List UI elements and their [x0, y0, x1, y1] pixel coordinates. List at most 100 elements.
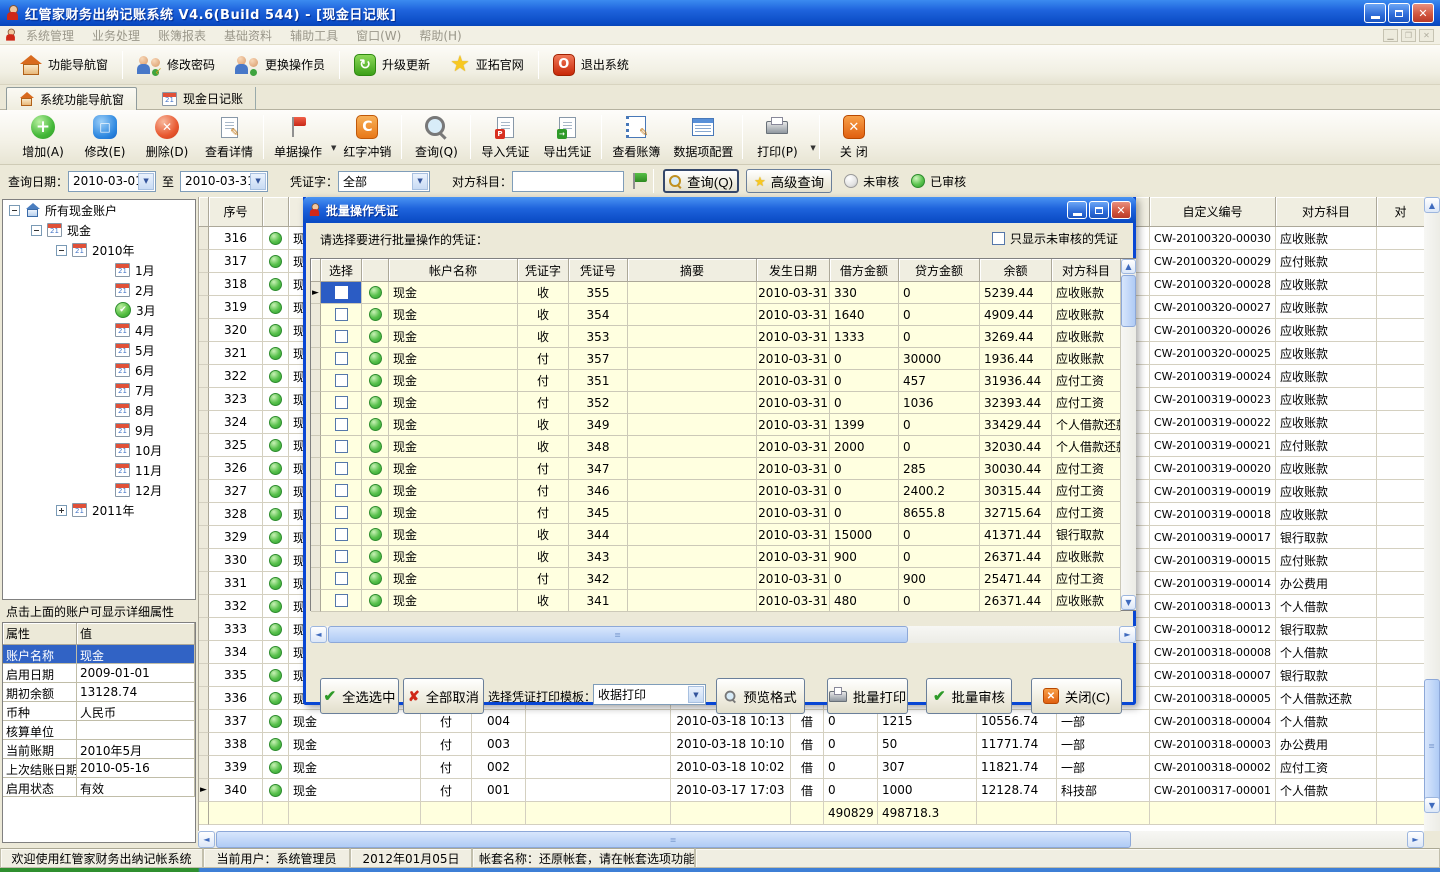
toolbar-button-1[interactable]: ⌐修改密码 [127, 49, 225, 81]
scroll-down-icon[interactable]: ▼ [1424, 797, 1440, 813]
scroll-left-icon[interactable]: ◄ [198, 831, 215, 848]
property-row[interactable]: 币种人民币 [3, 702, 195, 721]
checkbox-icon[interactable] [335, 528, 348, 541]
table-row[interactable]: 338现金付0032010-03-18 10:10借05011771.74一部C… [199, 733, 1424, 756]
scroll-up-icon[interactable]: ▲ [1121, 259, 1136, 274]
tree-item-10月[interactable]: 10月 [3, 440, 195, 460]
dialog-table-row[interactable]: 现金收3482010-03-312000032030.44个人借款还款 [311, 436, 1121, 458]
checkbox-icon[interactable] [335, 286, 348, 299]
action-button-5[interactable]: C红字冲销 [336, 112, 398, 162]
dialog-table-row[interactable]: 现金付3472010-03-31028530030.44应付工资 [311, 458, 1121, 480]
tree-item-3月[interactable]: ✔3月 [3, 300, 195, 320]
vertical-scroll-thumb[interactable]: ≡ [1424, 679, 1440, 812]
tree-item-9月[interactable]: 9月 [3, 420, 195, 440]
property-row[interactable]: 核算单位 [3, 721, 195, 740]
property-row[interactable]: 启用日期2009-01-01 [3, 664, 195, 683]
property-row[interactable]: 启用状态有效 [3, 778, 195, 797]
cell-select-checkbox[interactable] [321, 436, 362, 458]
tree-item-6月[interactable]: 6月 [3, 360, 195, 380]
tree-item-12月[interactable]: 12月 [3, 480, 195, 500]
dialog-minimize-button[interactable] [1067, 201, 1087, 219]
dialog-title-bar[interactable]: 批量操作凭证 ✕ [303, 197, 1136, 223]
tree-item-4月[interactable]: 4月 [3, 320, 195, 340]
cell-select-checkbox[interactable] [321, 370, 362, 392]
action-button-0[interactable]: +增加(A) [12, 112, 74, 162]
dialog-vertical-scrollbar[interactable]: ▲ ▼ [1121, 259, 1136, 610]
table-row[interactable]: 339现金付0022010-03-18 10:02借030711821.74一部… [199, 756, 1424, 779]
cell-select-checkbox[interactable] [321, 304, 362, 326]
checkbox-icon[interactable] [335, 418, 348, 431]
cell-select-checkbox[interactable] [321, 392, 362, 414]
menu-item-6[interactable]: 帮助(H) [410, 26, 470, 44]
cell-select-checkbox[interactable] [321, 326, 362, 348]
dialog-table-row[interactable]: 现金付3512010-03-31045731936.44应付工资 [311, 370, 1121, 392]
chevron-down-icon[interactable]: ▼ [688, 686, 704, 703]
menu-item-0[interactable]: 系统管理 [17, 26, 83, 44]
tree-item-2月[interactable]: 2月 [3, 280, 195, 300]
scroll-right-icon[interactable]: ► [1407, 831, 1424, 848]
menu-item-5[interactable]: 窗口(W) [347, 26, 410, 44]
dialog-close-button[interactable]: ✕关闭(C) [1031, 678, 1122, 714]
action-button-9[interactable]: ✎查看账簿 [605, 112, 667, 162]
dialog-close-icon[interactable]: ✕ [1111, 201, 1131, 219]
cell-select-checkbox[interactable] [321, 480, 362, 502]
select-all-button[interactable]: ✔全选选中 [320, 678, 399, 714]
search-button[interactable]: 查询(Q) [663, 169, 739, 193]
dialog-table-row[interactable]: 现金付3422010-03-31090025471.44应付工资 [311, 568, 1121, 590]
action-button-12[interactable]: ✕关 闭 [823, 112, 885, 162]
toolbar-button-2[interactable]: 更换操作员 [225, 49, 335, 81]
batch-print-button[interactable]: 批量打印 [827, 678, 908, 714]
mdi-minimize-button[interactable]: ▁ [1383, 29, 1398, 42]
action-button-6[interactable]: 查询(Q) [405, 112, 467, 162]
dialog-table-row[interactable]: 现金付3572010-03-310300001936.44应收账款 [311, 348, 1121, 370]
advanced-search-button[interactable]: ★ 高级查询 [746, 169, 832, 193]
tab-cash-journal[interactable]: 现金日记账 [150, 87, 256, 110]
close-button[interactable]: ✕ [1412, 3, 1434, 23]
action-button-2[interactable]: ✕删除(D) [136, 112, 198, 162]
mdi-restore-button[interactable]: ❐ [1401, 29, 1416, 42]
checkbox-icon[interactable] [335, 396, 348, 409]
scroll-up-icon[interactable]: ▲ [1424, 197, 1440, 213]
property-row[interactable]: 账户名称现金 [3, 645, 195, 664]
checkbox-icon[interactable] [335, 484, 348, 497]
dialog-table-row[interactable]: 现金付3522010-03-310103632393.44应付工资 [311, 392, 1121, 414]
menu-item-4[interactable]: 辅助工具 [281, 26, 347, 44]
batch-audit-button[interactable]: ✔批量审核 [926, 678, 1012, 714]
scroll-right-icon[interactable]: ► [1119, 626, 1136, 643]
tree-toggle-icon[interactable] [31, 225, 42, 236]
filter-unaudited-checkbox[interactable]: 只显示未审核的凭证 [992, 230, 1118, 247]
date-from-combo[interactable]: 2010-03-01 ▼ [68, 171, 156, 192]
horizontal-scroll-thumb[interactable]: ≡ [216, 831, 1131, 848]
cell-select-checkbox[interactable] [321, 282, 362, 304]
dialog-table-row[interactable]: 现金收3542010-03-31164004909.44应收账款 [311, 304, 1121, 326]
restore-button[interactable] [1388, 3, 1410, 23]
checkbox-icon[interactable] [992, 232, 1005, 245]
chevron-down-icon[interactable]: ▼ [138, 173, 154, 190]
action-button-10[interactable]: 数据项配置 [667, 112, 739, 162]
scroll-left-icon[interactable]: ◄ [310, 626, 327, 643]
tree-item-所有现金账户[interactable]: 所有现金账户 [3, 200, 195, 220]
checkbox-icon[interactable] [335, 572, 348, 585]
checkbox-icon[interactable] [335, 352, 348, 365]
date-to-combo[interactable]: 2010-03-31 ▼ [180, 171, 268, 192]
dialog-horizontal-scroll-thumb[interactable]: ≡ [328, 626, 908, 643]
cell-select-checkbox[interactable] [321, 524, 362, 546]
tree-item-2010年[interactable]: 2010年 [3, 240, 195, 260]
checkbox-icon[interactable] [335, 440, 348, 453]
tree-toggle-icon[interactable] [56, 505, 67, 516]
tree-item-8月[interactable]: 8月 [3, 400, 195, 420]
tab-system-navigator[interactable]: 系统功能导航窗 [6, 87, 137, 110]
subject-input[interactable] [512, 171, 624, 192]
cancel-all-button[interactable]: ✘全部取消 [403, 678, 484, 714]
vertical-scrollbar[interactable]: ▲ ≡ ▼ [1424, 197, 1440, 831]
dialog-table-row[interactable]: 现金收3412010-03-31480026371.44应收账款 [311, 590, 1121, 612]
cell-select-checkbox[interactable] [321, 414, 362, 436]
toolbar-button-5[interactable]: O退出系统 [543, 49, 639, 81]
action-button-11[interactable]: 打印(P) [746, 112, 808, 162]
preview-format-button[interactable]: 预览格式 [716, 678, 805, 714]
dialog-table-row[interactable]: 现金收3432010-03-31900026371.44应收账款 [311, 546, 1121, 568]
cell-select-checkbox[interactable] [321, 590, 362, 612]
dialog-table-row[interactable]: 现金收3442010-03-3115000041371.44银行取款 [311, 524, 1121, 546]
tree-item-2011年[interactable]: 2011年 [3, 500, 195, 520]
scroll-down-icon[interactable]: ▼ [1121, 595, 1136, 610]
